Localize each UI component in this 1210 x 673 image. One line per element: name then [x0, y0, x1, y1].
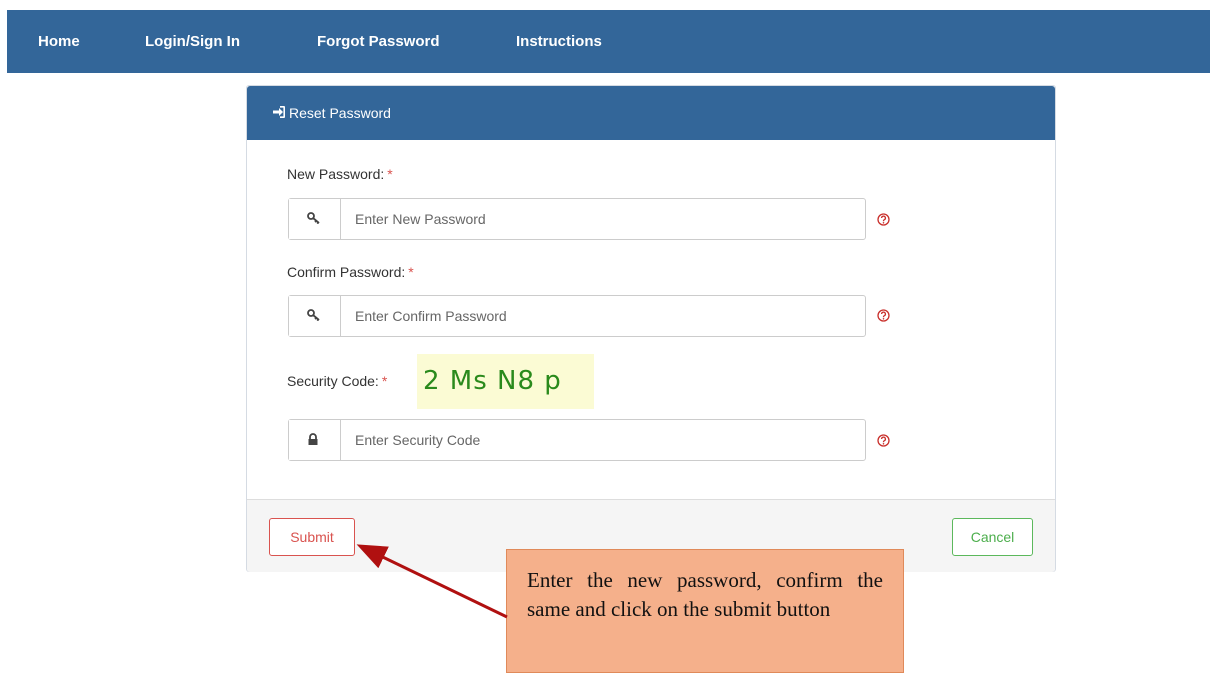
- callout-arrow: [356, 544, 508, 619]
